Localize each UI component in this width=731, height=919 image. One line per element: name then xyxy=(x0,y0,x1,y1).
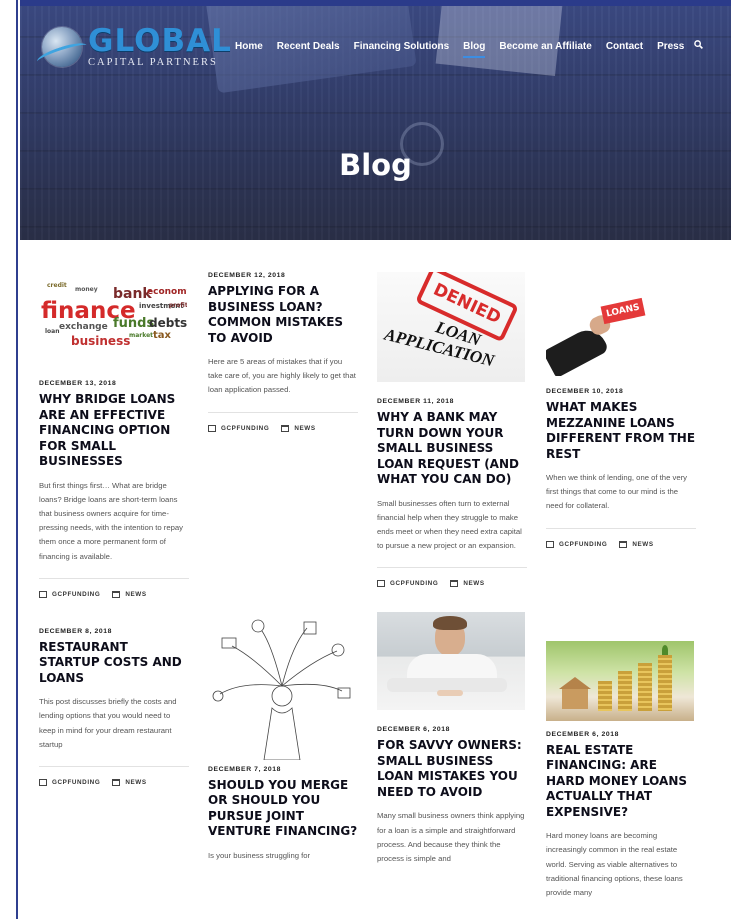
blog-column-2: DECEMBER 12, 2018 APPLYING FOR A BUSINES… xyxy=(208,272,358,873)
post-category[interactable]: NEWS xyxy=(463,580,484,587)
post-excerpt: Is your business struggling for xyxy=(208,850,311,860)
main-nav: Home Recent Deals Financing Solutions Bl… xyxy=(235,40,704,58)
post-date: DECEMBER 7, 2018 xyxy=(208,765,282,773)
page-title: Blog xyxy=(339,148,412,182)
author-icon xyxy=(377,580,385,588)
post-category[interactable]: NEWS xyxy=(125,591,146,598)
post-title[interactable]: WHY BRIDGE LOANS ARE AN EFFECTIVE FINANC… xyxy=(39,392,189,470)
nav-item-press[interactable]: Press xyxy=(657,41,684,58)
post-title[interactable]: APPLYING FOR A BUSINESS LOAN? COMMON MIS… xyxy=(208,284,358,346)
post-excerpt: When we think of lending, one of the ver… xyxy=(546,473,688,511)
nav-item-become-affiliate[interactable]: Become an Affiliate xyxy=(499,41,591,58)
loans-sign-label: LOANS xyxy=(605,302,641,320)
blog-post: DECEMBER 12, 2018 APPLYING FOR A BUSINES… xyxy=(208,272,358,432)
nav-item-recent-deals[interactable]: Recent Deals xyxy=(277,41,340,58)
nav-item-home[interactable]: Home xyxy=(235,41,263,58)
post-meta: GCPFUNDING NEWS xyxy=(39,577,189,598)
post-date: DECEMBER 6, 2018 xyxy=(377,726,451,734)
author-icon xyxy=(39,779,47,787)
nav-item-contact[interactable]: Contact xyxy=(606,41,643,58)
joint-venture-sketch-image[interactable] xyxy=(208,609,356,760)
post-category[interactable]: NEWS xyxy=(125,779,146,786)
author-icon xyxy=(208,424,216,432)
globe-icon xyxy=(42,27,82,67)
post-excerpt: Here are 5 areas of mistakes that if you… xyxy=(208,357,356,395)
blog-column-3: DENIED LOAN APPLICATION DECEMBER 11, 201… xyxy=(377,272,527,876)
post-title[interactable]: REAL ESTATE FINANCING: ARE HARD MONEY LO… xyxy=(546,743,696,821)
post-date: DECEMBER 10, 2018 xyxy=(546,388,624,395)
folder-icon xyxy=(450,580,459,588)
blog-post: DENIED LOAN APPLICATION DECEMBER 11, 201… xyxy=(377,272,527,588)
blog-post: DECEMBER 6, 2018 REAL ESTATE FINANCING: … xyxy=(546,640,696,901)
blog-post: finance bank economy investment funds de… xyxy=(39,272,189,598)
blog-column-4: LOANS DECEMBER 10, 2018 WHAT MAKES MEZZA… xyxy=(546,272,696,910)
post-title[interactable]: FOR SAVVY OWNERS: SMALL BUSINESS LOAN MI… xyxy=(377,738,527,800)
top-accent-line xyxy=(20,0,731,6)
post-author[interactable]: GCPFUNDING xyxy=(221,425,269,432)
post-meta: GCPFUNDING NEWS xyxy=(39,766,189,787)
blog-post: DECEMBER 6, 2018 FOR SAVVY OWNERS: SMALL… xyxy=(377,612,527,866)
post-date: DECEMBER 8, 2018 xyxy=(39,627,113,635)
folder-icon xyxy=(112,590,121,598)
post-date: DECEMBER 13, 2018 xyxy=(39,380,117,387)
post-excerpt: Hard money loans are becoming increasing… xyxy=(546,831,683,897)
author-icon xyxy=(39,590,47,598)
post-meta: GCPFUNDING NEWS xyxy=(208,411,358,432)
brand-title: GLOBAL xyxy=(88,23,232,59)
loans-sign-image[interactable]: LOANS xyxy=(546,296,694,376)
blog-post: LOANS DECEMBER 10, 2018 WHAT MAKES MEZZA… xyxy=(546,296,696,548)
post-date: DECEMBER 11, 2018 xyxy=(377,398,455,405)
blog-column-1: finance bank economy investment funds de… xyxy=(39,272,189,787)
post-author[interactable]: GCPFUNDING xyxy=(390,580,438,587)
post-excerpt: But first things first… What are bridge … xyxy=(39,480,184,561)
post-excerpt: This post discusses briefly the costs an… xyxy=(39,697,177,749)
coins-and-houses-image[interactable] xyxy=(546,640,694,721)
folder-icon xyxy=(619,540,628,548)
post-date: DECEMBER 6, 2018 xyxy=(546,730,620,738)
post-title[interactable]: WHAT MAKES MEZZANINE LOANS DIFFERENT FRO… xyxy=(546,400,696,462)
nav-item-blog[interactable]: Blog xyxy=(463,41,486,58)
blog-post: DECEMBER 8, 2018 RESTAURANT STARTUP COST… xyxy=(39,627,189,787)
folder-icon xyxy=(281,424,290,432)
post-meta: GCPFUNDING NEWS xyxy=(377,567,527,588)
brand-logo[interactable]: GLOBAL CAPITAL PARTNERS xyxy=(42,26,232,68)
post-title[interactable]: WHY A BANK MAY TURN DOWN YOUR SMALL BUSI… xyxy=(377,410,527,488)
page-left-border xyxy=(0,0,18,919)
blog-post: DECEMBER 7, 2018 SHOULD YOU MERGE OR SHO… xyxy=(208,609,358,863)
denied-loan-application-image[interactable]: DENIED LOAN APPLICATION xyxy=(377,272,525,382)
post-author[interactable]: GCPFUNDING xyxy=(52,779,100,786)
post-author[interactable]: GCPFUNDING xyxy=(559,541,607,548)
post-date: DECEMBER 12, 2018 xyxy=(208,272,286,279)
brand-subtitle: CAPITAL PARTNERS xyxy=(88,57,218,68)
post-excerpt: Many small business owners think applyin… xyxy=(377,811,525,863)
post-meta: GCPFUNDING NEWS xyxy=(546,527,696,548)
post-title[interactable]: SHOULD YOU MERGE OR SHOULD YOU PURSUE JO… xyxy=(208,778,358,840)
post-author[interactable]: GCPFUNDING xyxy=(52,591,100,598)
post-category[interactable]: NEWS xyxy=(632,541,653,548)
post-excerpt: Small businesses often turn to external … xyxy=(377,498,522,551)
author-icon xyxy=(546,540,554,548)
search-icon[interactable] xyxy=(694,40,704,58)
nav-item-financing-solutions[interactable]: Financing Solutions xyxy=(354,41,450,58)
post-title[interactable]: RESTAURANT STARTUP COSTS AND LOANS xyxy=(39,640,189,687)
finance-wordcloud-image[interactable]: finance bank economy investment funds de… xyxy=(39,272,187,372)
post-category[interactable]: NEWS xyxy=(294,425,315,432)
paper-image xyxy=(435,0,565,77)
stressed-businessman-image[interactable] xyxy=(377,612,525,711)
hero-header: GLOBAL CAPITAL PARTNERS Home Recent Deal… xyxy=(20,0,731,240)
folder-icon xyxy=(112,779,121,787)
